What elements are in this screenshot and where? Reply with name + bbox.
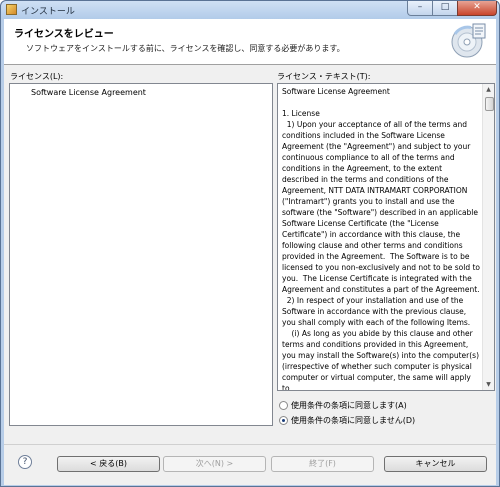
accept-radio[interactable] [279, 401, 288, 410]
footer-divider [4, 444, 496, 445]
licenses-list[interactable]: Software License Agreement [9, 83, 273, 426]
license-scrollbar[interactable]: ▲ ▼ [482, 84, 494, 390]
install-disc-icon [451, 23, 486, 58]
back-button[interactable]: < 戻る(B) [57, 456, 160, 472]
decline-radio-label: 使用条件の条項に同意しません(D) [291, 416, 416, 425]
cancel-button[interactable]: キャンセル [384, 456, 487, 472]
close-button[interactable]: ✕ [457, 1, 497, 16]
window-title: インストール [21, 7, 75, 17]
page-title: ライセンスをレビュー [14, 29, 114, 40]
installer-window: インストール – □ ✕ ライセンスをレビュー ソフトウェアをインストールする前… [0, 0, 500, 487]
minimize-button[interactable]: – [407, 1, 433, 16]
license-text: Software License Agreement 1. License 1)… [282, 87, 480, 391]
decline-radio-option[interactable]: 使用条件の条項に同意しません(D) [279, 414, 415, 427]
scroll-down-arrow-icon[interactable]: ▼ [483, 379, 494, 390]
decline-radio[interactable] [279, 416, 288, 425]
license-text-label: ライセンス・テキスト(T): [277, 72, 371, 81]
page-description: ソフトウェアをインストールする前に、ライセンスを確認し、同意する必要があります。 [26, 44, 345, 53]
finish-button[interactable]: 終了(F) [271, 456, 374, 472]
wizard-header: ライセンスをレビュー ソフトウェアをインストールする前に、ライセンスを確認し、同… [4, 19, 496, 65]
app-icon [6, 4, 17, 15]
help-icon[interactable]: ? [18, 455, 32, 469]
dialog-client: ライセンスをレビュー ソフトウェアをインストールする前に、ライセンスを確認し、同… [4, 19, 496, 485]
accept-radio-label: 使用条件の条項に同意します(A) [291, 401, 407, 410]
scroll-thumb[interactable] [485, 97, 494, 111]
license-list-item[interactable]: Software License Agreement [11, 86, 146, 99]
licenses-label: ライセンス(L): [10, 72, 64, 81]
maximize-button[interactable]: □ [432, 1, 458, 16]
next-button[interactable]: 次へ(N) > [163, 456, 266, 472]
accept-radio-option[interactable]: 使用条件の条項に同意します(A) [279, 399, 407, 412]
title-bar[interactable]: インストール – □ ✕ [1, 1, 499, 19]
license-text-area[interactable]: Software License Agreement 1. License 1)… [277, 83, 495, 391]
scroll-up-arrow-icon[interactable]: ▲ [483, 84, 494, 95]
